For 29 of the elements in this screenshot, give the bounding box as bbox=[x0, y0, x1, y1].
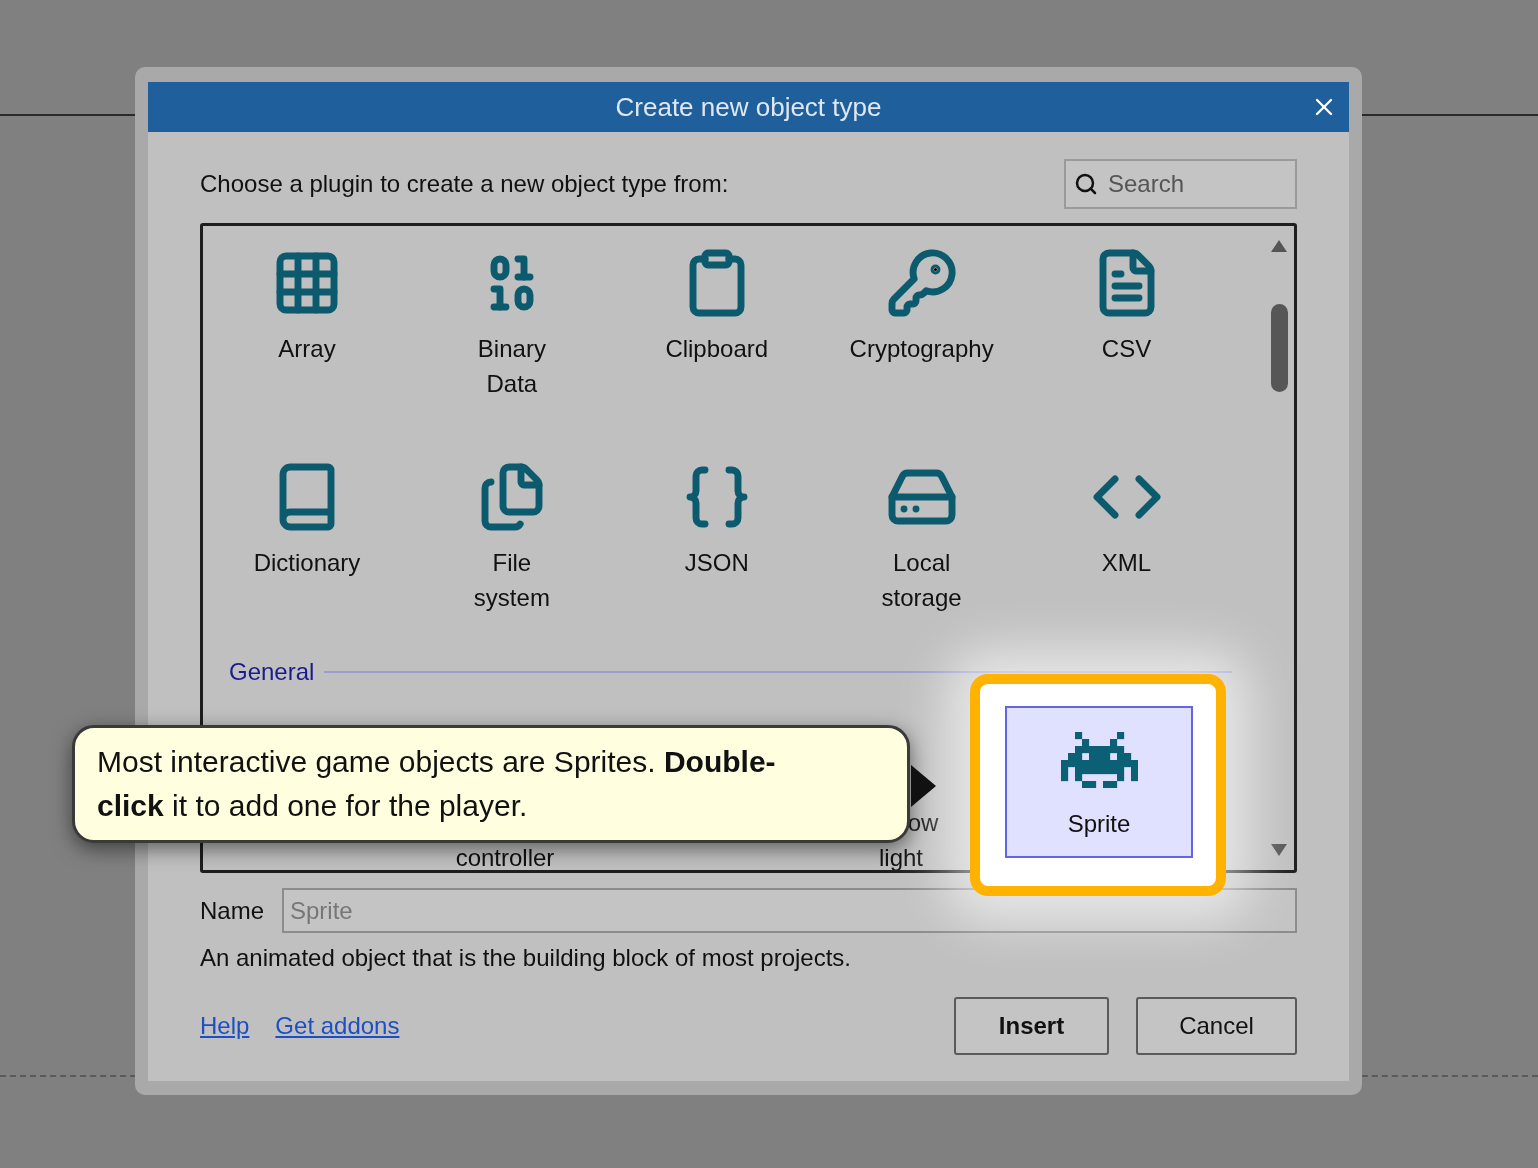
insert-button[interactable]: Insert bbox=[954, 997, 1109, 1055]
description-text: An animated object that is the building block of most projects. bbox=[200, 943, 853, 973]
tooltip-text: Most interactive game objects are Sprites. Double-click it to add one for the player. bbox=[97, 744, 777, 824]
plugin-label[interactable]: Cryptography bbox=[849, 331, 994, 366]
plugin-label[interactable]: Clipboard bbox=[665, 331, 769, 366]
plugin-label[interactable]: controller bbox=[455, 840, 555, 870]
plugin-label[interactable]: Dictionary bbox=[253, 545, 361, 580]
scroll-up-icon[interactable] bbox=[1271, 240, 1287, 252]
plugin-tile[interactable]: Sprite bbox=[1005, 706, 1193, 858]
plugin-label[interactable]: Binary Data bbox=[477, 331, 546, 401]
plugin-label[interactable]: Local storage bbox=[881, 545, 962, 615]
plugin-label[interactable]: Array bbox=[278, 331, 336, 366]
cancel-button[interactable]: Cancel bbox=[1136, 997, 1297, 1055]
prompt-text: Choose a plugin to create a new object type from: bbox=[200, 169, 729, 199]
search-icon bbox=[1074, 172, 1098, 196]
group-heading: General bbox=[229, 657, 315, 687]
tooltip-pointer bbox=[911, 765, 936, 807]
plugin-label[interactable]: JSON bbox=[684, 545, 749, 580]
plugin-label[interactable]: CSV bbox=[1101, 331, 1152, 366]
plugin-label[interactable]: XML bbox=[1101, 545, 1152, 580]
search-field[interactable]: Search bbox=[1064, 159, 1297, 209]
scroll-down-icon[interactable] bbox=[1271, 844, 1287, 856]
footer-link[interactable]: Get addons bbox=[275, 1008, 400, 1044]
footer-link[interactable]: Help bbox=[200, 1008, 250, 1044]
invader-icon bbox=[1060, 732, 1138, 788]
scrollbar-thumb[interactable] bbox=[1270, 304, 1288, 392]
plugin-label[interactable]: File system bbox=[473, 545, 550, 615]
window-title: Create new object type bbox=[615, 90, 882, 124]
name-label: Name bbox=[200, 895, 266, 926]
